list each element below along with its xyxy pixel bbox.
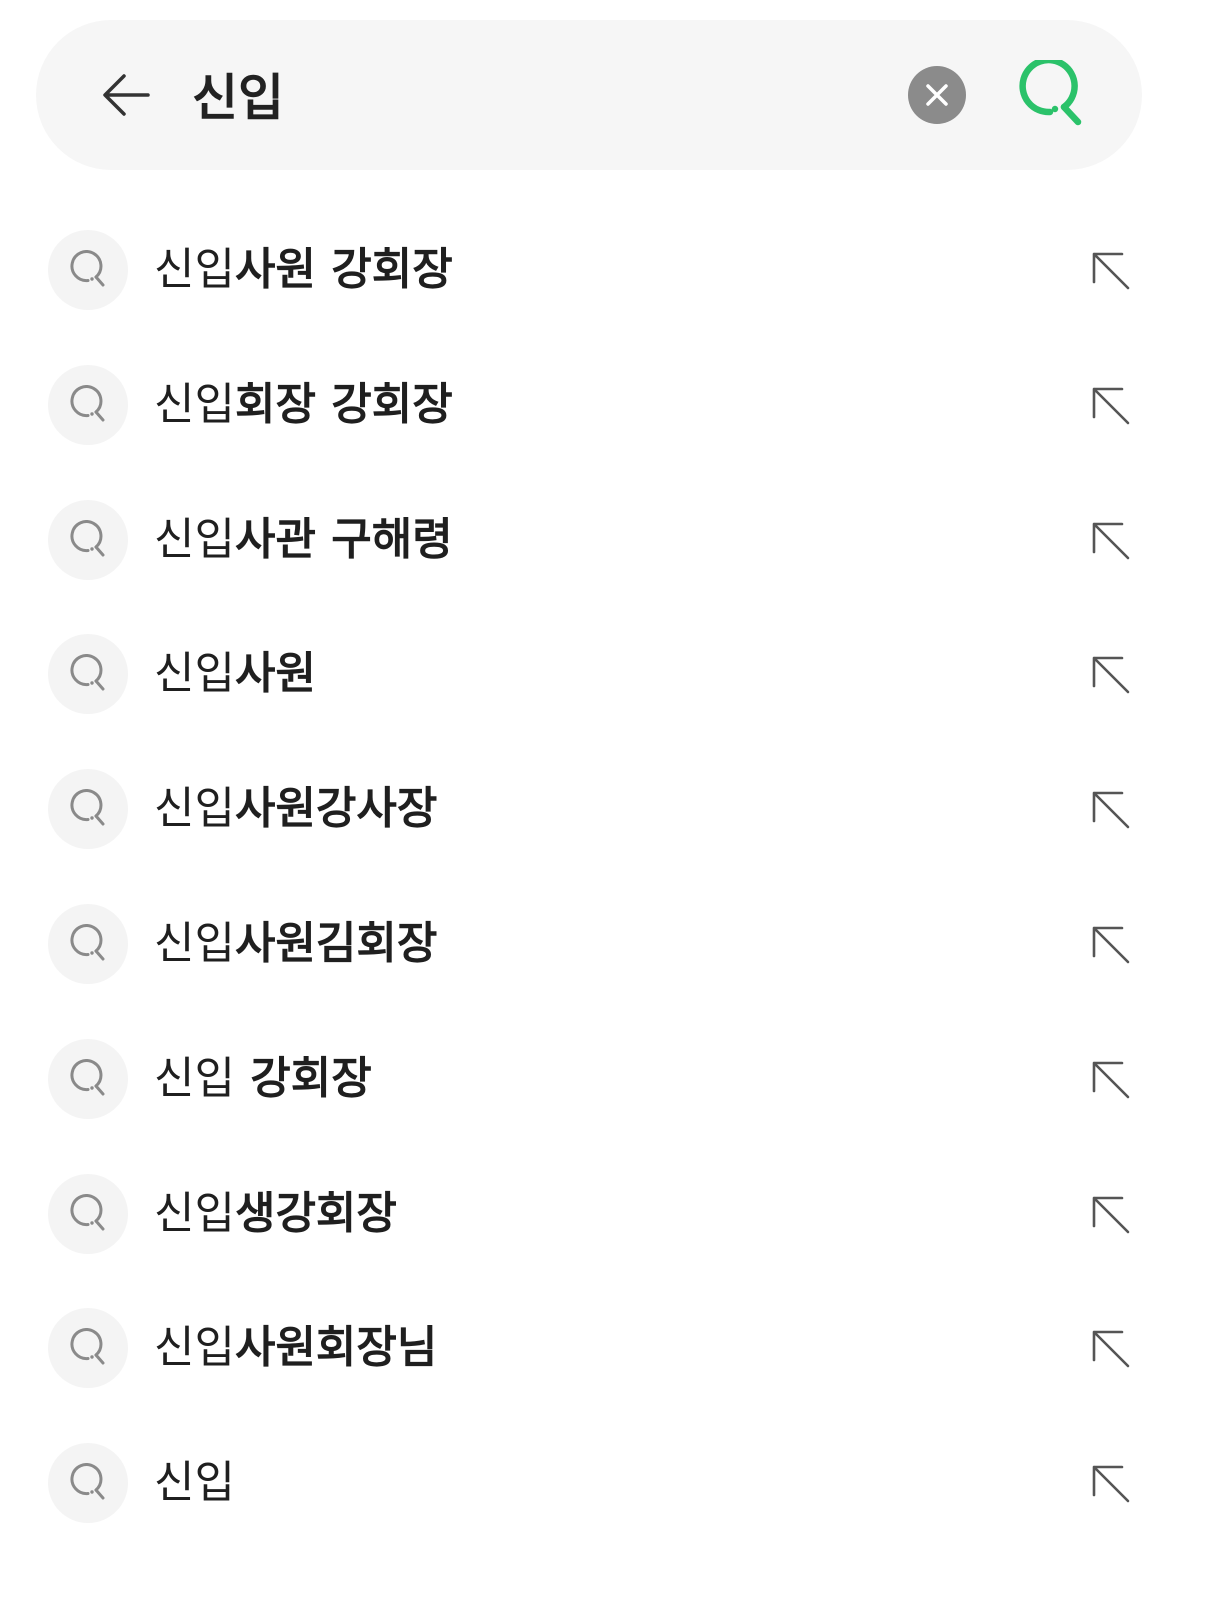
suggestion-rest-text: 사관 구해령 — [234, 513, 453, 565]
clear-button[interactable] — [908, 66, 966, 124]
arrow-up-left-icon — [1092, 1061, 1130, 1099]
fill-query-button[interactable] — [1080, 779, 1140, 839]
fill-query-button[interactable] — [1080, 1184, 1140, 1244]
suggestion-rest-text: 사원 — [234, 648, 316, 700]
suggestion-search-icon-circle — [48, 1038, 128, 1119]
suggestion-rest-text: 사원회장님 — [234, 1322, 438, 1374]
suggestion-search-icon-circle — [48, 1443, 128, 1524]
suggestion-text: 신입 — [154, 1446, 235, 1520]
search-icon — [70, 654, 105, 691]
search-icon — [70, 250, 105, 287]
search-icon — [70, 1328, 105, 1365]
fill-query-button[interactable] — [1080, 1453, 1140, 1513]
fill-query-button[interactable] — [1080, 510, 1140, 570]
suggestion-text: 신입생강회장 — [154, 1177, 397, 1251]
suggestion-match-text: 신입 — [154, 378, 235, 430]
back-button[interactable] — [96, 65, 156, 125]
suggestion-list: 신입사원 강회장 신입회장 강회장 신입사관 구해령 신입사원 신입사원강사장 … — [0, 203, 1206, 1551]
suggestion-match-text: 신입 — [154, 513, 235, 565]
suggestion-text: 신입사관 구해령 — [154, 503, 453, 577]
suggestion-match-text: 신입 — [154, 1457, 235, 1509]
suggestion-item[interactable]: 신입생강회장 — [0, 1147, 1206, 1282]
search-bar — [36, 20, 1142, 170]
arrow-left-icon — [103, 74, 150, 116]
suggestion-item[interactable]: 신입사원 강회장 — [0, 203, 1206, 338]
arrow-up-left-icon — [1092, 1331, 1130, 1368]
suggestion-search-icon-circle — [48, 364, 128, 445]
search-icon — [70, 519, 105, 557]
suggestion-search-icon-circle — [48, 1173, 128, 1254]
fill-query-button[interactable] — [1080, 1318, 1140, 1378]
arrow-up-left-icon — [1092, 926, 1130, 964]
arrow-up-left-icon — [1092, 791, 1130, 829]
suggestion-search-icon-circle — [48, 903, 128, 984]
suggestion-text: 신입사원 강회장 — [154, 233, 453, 307]
suggestion-rest-text: 회장 강회장 — [234, 378, 453, 430]
search-icon — [70, 1058, 105, 1096]
suggestion-rest-text: 강회장 — [234, 1052, 372, 1104]
search-input[interactable] — [192, 54, 872, 134]
suggestion-text: 신입사원 — [154, 637, 316, 711]
suggestion-item[interactable]: 신입회장 강회장 — [0, 338, 1206, 473]
suggestion-search-icon-circle — [48, 769, 128, 850]
arrow-up-left-icon — [1092, 522, 1130, 559]
suggestion-text: 신입사원회장님 — [154, 1311, 437, 1385]
suggestion-match-text: 신입 — [154, 783, 235, 835]
fill-query-button[interactable] — [1080, 240, 1140, 300]
arrow-up-left-icon — [1092, 1196, 1130, 1233]
suggestion-item[interactable]: 신입사원김회장 — [0, 877, 1206, 1012]
suggestion-item[interactable]: 신입 — [0, 1416, 1206, 1551]
suggestion-search-icon-circle — [48, 230, 128, 310]
fill-query-button[interactable] — [1080, 644, 1140, 704]
arrow-up-left-icon — [1092, 387, 1130, 425]
suggestion-search-icon-circle — [48, 1308, 128, 1389]
search-icon — [70, 789, 105, 826]
search-icon — [70, 1463, 105, 1500]
suggestion-rest-text: 사원 강회장 — [234, 244, 453, 295]
search-icon — [70, 1193, 105, 1231]
suggestion-rest-text: 사원김회장 — [234, 917, 438, 969]
fill-query-button[interactable] — [1080, 375, 1140, 435]
suggestion-match-text: 신입 — [154, 1052, 235, 1104]
search-icon — [70, 924, 105, 961]
search-icon — [1019, 60, 1082, 126]
suggestion-rest-text: 사원강사장 — [234, 783, 438, 835]
arrow-up-left-icon — [1092, 657, 1130, 694]
suggestion-item[interactable]: 신입사원강사장 — [0, 742, 1206, 877]
fill-query-button[interactable] — [1080, 1049, 1140, 1109]
suggestion-item[interactable]: 신입사관 구해령 — [0, 473, 1206, 608]
suggestion-search-icon-circle — [48, 634, 128, 715]
suggestion-item[interactable]: 신입사원회장님 — [0, 1281, 1206, 1416]
suggestion-match-text: 신입 — [154, 1187, 235, 1239]
suggestion-item[interactable]: 신입사원 — [0, 607, 1206, 742]
suggestion-match-text: 신입 — [154, 244, 235, 295]
suggestion-match-text: 신입 — [154, 1322, 235, 1374]
suggestion-text: 신입사원김회장 — [154, 907, 437, 981]
suggestion-match-text: 신입 — [154, 917, 235, 969]
suggestion-item[interactable]: 신입 강회장 — [0, 1012, 1206, 1147]
close-icon — [926, 84, 948, 106]
suggestion-text: 신입사원강사장 — [154, 772, 437, 846]
suggestion-match-text: 신입 — [154, 648, 235, 700]
search-icon — [70, 384, 105, 422]
suggestion-rest-text: 생강회장 — [234, 1187, 397, 1239]
suggestion-search-icon-circle — [48, 499, 128, 580]
search-button[interactable] — [1014, 58, 1088, 132]
fill-query-button[interactable] — [1080, 914, 1140, 974]
suggestion-text: 신입회장 강회장 — [154, 368, 453, 442]
arrow-up-left-icon — [1092, 252, 1130, 290]
arrow-up-left-icon — [1092, 1465, 1130, 1503]
suggestion-text: 신입 강회장 — [154, 1042, 372, 1116]
